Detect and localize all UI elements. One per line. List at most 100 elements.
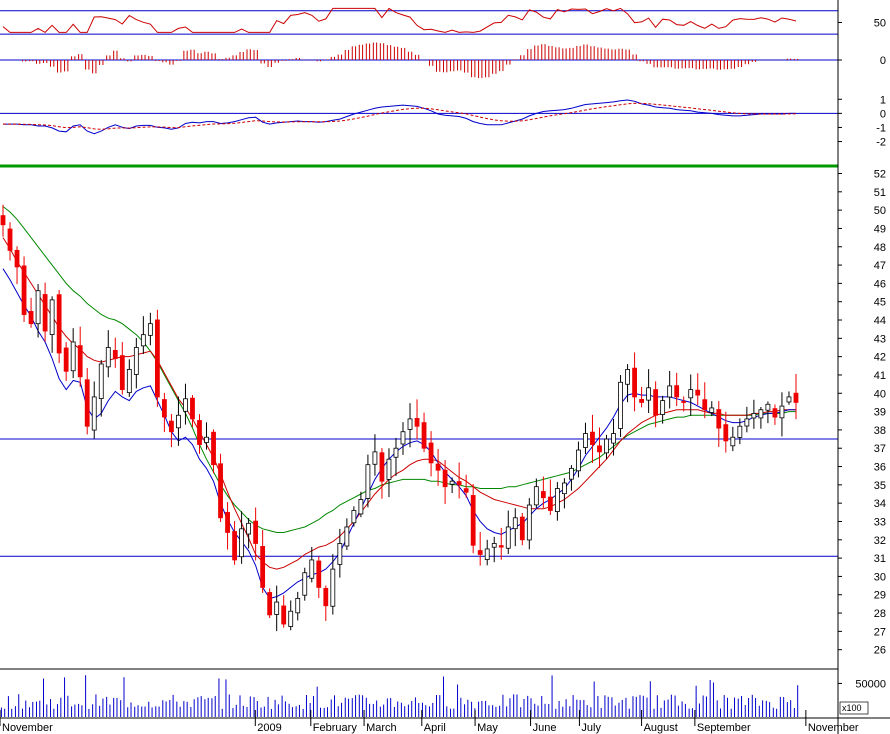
candle-body [533,486,539,506]
candle-body [246,522,252,535]
candle-body [547,496,553,511]
candle-body [400,431,406,445]
candle-body [576,449,581,472]
candle-body [540,491,546,499]
month-label: March [366,722,397,734]
moving-average-fast [2,268,796,599]
price-tick-label: 38 [874,425,886,437]
candle-body [260,546,266,588]
candle-body [239,528,244,558]
candle-body [112,349,118,359]
candle-body [365,464,371,499]
candle-body [449,480,455,485]
candle-body [491,543,497,548]
price-tick-label: 42 [874,352,886,364]
price-tick-label: 36 [874,462,886,474]
month-label: 2009 [257,722,281,734]
price-tick-label: 46 [874,278,886,290]
rsi-tick-label: 50 [874,17,886,29]
candle-body [323,587,329,607]
candle-body [211,431,216,466]
candle-body [133,347,139,375]
macd-tick-label: -1 [876,122,886,134]
candle-body [35,290,41,325]
candle-body [569,467,574,480]
price-tick-label: 51 [874,187,886,199]
price-tick-label: 32 [874,535,886,547]
candle-body [674,385,680,398]
price-tick-label: 41 [874,370,886,382]
candle-body [688,389,694,399]
candle-body [295,598,301,614]
candle-body [611,433,616,444]
price-tick-label: 45 [874,297,886,309]
candle-body [14,249,20,268]
candle-body [372,451,378,465]
candle-body [337,543,343,565]
candle-body [98,363,104,399]
price-tick-label: 37 [874,443,886,455]
candle-body [660,400,666,415]
price-tick-label: 29 [874,590,886,602]
macd-line [3,99,796,135]
y-axis: 26 27 28 29 30 31 32 33 34 35 36 37 38 39 40 41 42 43 44 45… [0,0,890,734]
candle-body [21,265,27,315]
candle-body [554,488,560,512]
rsi-panel [0,7,838,35]
candle-body [744,418,750,427]
candle-body [793,392,799,403]
candle-body [232,531,237,561]
macd-lines-panel [0,99,838,135]
price-tick-label: 27 [874,626,886,638]
candle-body [126,369,132,394]
candle-body [498,545,504,548]
candle-body [639,398,644,403]
month-label: February [313,722,358,734]
month-label: July [581,722,601,734]
candle-body [386,458,392,480]
month-label: September [697,722,751,734]
candle-body [681,401,687,403]
candle-body [730,436,736,447]
candle-body [225,512,230,533]
stock-chart: November 2009 February March April May June Jul… [0,0,890,734]
candle-body [702,399,708,411]
macd-tick-label: 0 [880,108,886,120]
price-tick-label: 43 [874,333,886,345]
candle-body [505,526,511,549]
candle-body [204,436,209,443]
candle-body [597,445,602,453]
month-label: November [808,722,859,734]
candle-body [716,409,722,429]
candle-body [309,559,315,579]
candle-body [779,405,785,419]
candle-body [288,610,294,627]
price-tick-label: 39 [874,407,886,419]
candle-body [267,592,273,616]
month-label: May [477,722,498,734]
candle-body [786,396,792,403]
macd-tick-label: 1 [880,94,886,106]
candle-body [379,452,385,482]
candle-body [7,228,13,251]
macd-signal-line [3,102,797,130]
candle-body [70,341,76,372]
candle-body [49,299,55,335]
candle-body [526,504,532,541]
candle-body [190,397,195,420]
candle-body [428,442,434,464]
candle-body [772,408,778,418]
candle-body [604,438,609,454]
rsi-line [2,7,797,34]
candle-body [709,407,715,413]
candle-body [183,398,188,412]
candle-body [169,420,174,433]
candle-body [91,396,97,431]
candle-body [590,431,595,445]
candle-body [393,447,399,458]
candle-body [562,482,567,495]
candle-body [274,601,280,615]
candle-body [435,463,441,471]
candle-body [162,399,167,418]
candle-body [281,605,287,625]
